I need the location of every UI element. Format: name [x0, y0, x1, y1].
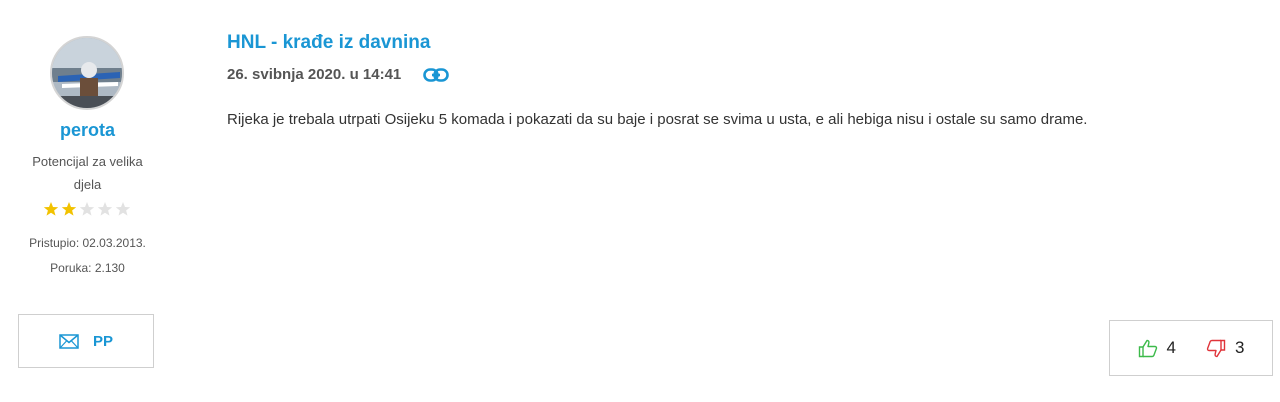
- star-icon: [97, 202, 113, 216]
- rating-stars: [43, 201, 131, 219]
- downvote-count: 3: [1235, 338, 1245, 357]
- join-date: Pristupio: 02.03.2013.: [29, 236, 146, 250]
- thumbs-up-icon: [1138, 339, 1157, 357]
- thumbs-down-icon: [1206, 339, 1226, 357]
- avatar-photo: [52, 38, 122, 108]
- post-date: 26. svibnja 2020. u 14:41: [227, 66, 402, 83]
- post-title[interactable]: HNL - krađe iz davnina: [227, 32, 430, 54]
- link-icon[interactable]: [423, 67, 450, 82]
- private-message-button[interactable]: PP: [18, 314, 154, 368]
- envelope-icon: [59, 333, 79, 349]
- downvote-button[interactable]: 3: [1206, 338, 1244, 358]
- star-icon: [79, 202, 95, 216]
- username[interactable]: perota: [0, 120, 175, 141]
- post-meta: 26. svibnja 2020. u 14:41: [227, 66, 450, 83]
- post-count: Poruka: 2.130: [50, 261, 125, 275]
- upvote-button[interactable]: 4: [1138, 338, 1176, 358]
- author-sidebar: perota Potencijal za velika djela Pristu…: [0, 0, 175, 402]
- star-icon: [115, 202, 131, 216]
- star-icon: [61, 202, 77, 216]
- vote-box: 4 3: [1109, 320, 1273, 376]
- user-rank: Potencijal za velika djela: [32, 154, 143, 192]
- pm-label: PP: [92, 332, 113, 350]
- star-icon: [43, 202, 59, 216]
- upvote-count: 4: [1166, 338, 1176, 357]
- avatar[interactable]: [50, 36, 124, 110]
- post-body: Rijeka je trebala utrpati Osijeku 5 koma…: [227, 111, 1088, 128]
